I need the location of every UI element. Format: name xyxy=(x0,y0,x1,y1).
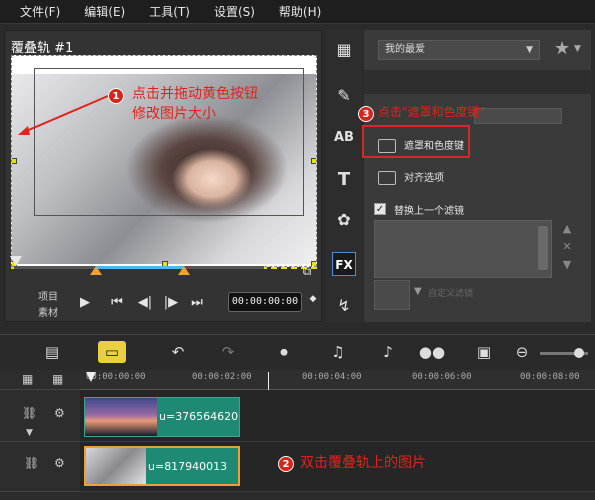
transition-icon[interactable]: AB xyxy=(332,126,356,150)
preset-dropdown-icon[interactable]: ▼ xyxy=(414,286,422,297)
undo-icon[interactable]: ↶ xyxy=(164,341,192,363)
overlay-track-icon[interactable]: ⚙ xyxy=(54,456,65,470)
library-dropdown-value: 我的最爱 xyxy=(385,44,425,55)
mask-chroma-highlight xyxy=(362,125,470,158)
timeline-view-icon[interactable]: ▭ xyxy=(98,341,126,363)
annotation-1-line1: 点击并拖动黄色按钮 xyxy=(132,86,258,102)
media-icon[interactable]: ▦ xyxy=(332,38,356,62)
overlay-clip[interactable]: u=817940013 xyxy=(84,446,240,486)
annotation-2-text: 双击覆叠轨上的图片 xyxy=(300,455,426,471)
copy-icon[interactable]: ⧉ xyxy=(298,262,316,280)
prev-frame-icon[interactable]: ◀| xyxy=(136,294,154,312)
film-strip-icon[interactable]: ▦ xyxy=(52,372,63,386)
annotation-2-badge: 2 xyxy=(278,456,294,472)
chain-icon[interactable]: ⛓ xyxy=(22,406,37,420)
filter-name-field[interactable] xyxy=(474,108,562,124)
path-icon[interactable]: ↯ xyxy=(332,294,356,318)
remove-filter-icon[interactable]: ✕ xyxy=(560,240,574,254)
fx-filter-icon[interactable]: FX xyxy=(332,252,356,276)
transport-bar: 项目 素材 ▶ ⏮ ◀| |▶ ⏭ 00:00:00:00 ◆ xyxy=(4,286,322,322)
ruler-label: 00:00:06:00 xyxy=(412,372,472,382)
home-icon[interactable]: ⏮ xyxy=(108,294,126,312)
align-icon xyxy=(378,171,396,185)
record-capture-icon[interactable]: ⏺ xyxy=(270,341,298,363)
library-category-bar: ▦ ✎ AB T ✿ FX ↯ xyxy=(326,30,362,322)
scrub-thumb[interactable] xyxy=(10,256,22,266)
mark-in-handle[interactable] xyxy=(90,266,102,275)
sound-mixer-icon[interactable]: ♫ xyxy=(324,341,352,363)
zoom-out-icon[interactable]: ⊖ xyxy=(508,341,536,363)
graphic-icon[interactable]: ✿ xyxy=(332,208,356,232)
overlay-track-header: ⛓ ⚙ xyxy=(0,442,80,492)
ruler-label: 00:00:02:00 xyxy=(192,372,252,382)
annotation-3-text: 点击"遮罩和色度键" xyxy=(378,105,486,119)
annotation-1-arrowhead xyxy=(18,126,30,135)
subtitle-icon[interactable]: ▣ xyxy=(470,341,498,363)
annotation-1-line2: 修改图片大小 xyxy=(132,106,216,122)
library-dropdown[interactable]: 我的最爱 ▼ xyxy=(378,40,540,60)
filter-list-scrollbar[interactable] xyxy=(538,226,548,270)
library-header-strip xyxy=(364,70,591,94)
track-header-controls: ▦ ▦ xyxy=(0,370,80,390)
video-clip-thumbnail xyxy=(85,398,157,436)
ruler-label: 00:00:08:00 xyxy=(520,372,580,382)
library-panel: 我的最爱 ▼ ★ ▼ 遮罩和色度键 对齐选项 ✓ 替换上一个滤镜 ▲ ✕ ▼ ▼… xyxy=(364,30,591,322)
mark-out-handle[interactable] xyxy=(178,266,190,275)
video-clip-label: u=3765646207 xyxy=(159,410,240,423)
mode-clip[interactable]: 素材 xyxy=(38,304,58,319)
replace-filter-label: 替换上一个滤镜 xyxy=(394,206,464,217)
custom-filter-label: 自定义滤镜 xyxy=(428,289,474,299)
playhead[interactable] xyxy=(86,372,96,382)
timeline-ruler[interactable]: 00:00:00:00 00:00:02:00 00:00:04:00 00:0… xyxy=(80,370,595,390)
overlay-clip-thumbnail xyxy=(86,448,146,484)
end-icon[interactable]: ⏭ xyxy=(188,294,206,312)
timecode-display[interactable]: 00:00:00:00 xyxy=(228,292,302,312)
redo-icon[interactable]: ↷ xyxy=(214,341,242,363)
timeline-toolbar: ▤ ▭ ↶ ↷ ⏺ ♫ ♪ ●● ▣ ⊖ xyxy=(0,334,595,370)
filter-list[interactable] xyxy=(374,220,552,278)
play-icon[interactable]: ▶ xyxy=(76,294,94,312)
replace-filter-checkbox[interactable]: ✓ xyxy=(374,203,386,215)
annotation-1-arrow xyxy=(23,95,109,133)
spinner-icon[interactable]: ◆ xyxy=(304,290,322,308)
ruler-label: 00:00:04:00 xyxy=(302,372,362,382)
film-strip-icon[interactable]: ▦ xyxy=(22,372,33,386)
chevron-down-icon: ▼ xyxy=(526,45,533,55)
overlay-clip-label: u=817940013 xyxy=(148,460,228,473)
zoom-slider-thumb[interactable] xyxy=(574,348,584,358)
title-icon[interactable]: T xyxy=(332,168,356,192)
trim-range xyxy=(96,266,184,269)
align-options-item[interactable]: 对齐选项 xyxy=(374,168,444,190)
annotation-1-badge: 1 xyxy=(108,88,124,104)
video-clip[interactable]: u=3765646207 xyxy=(84,397,240,437)
next-frame-icon[interactable]: |▶ xyxy=(162,294,180,312)
edit-cursor xyxy=(268,372,269,390)
video-track-icon[interactable]: ⚙ xyxy=(54,406,65,420)
motion-tracking-icon[interactable]: ●● xyxy=(418,341,446,363)
annotation-3-badge: 3 xyxy=(358,106,374,122)
storyboard-view-icon[interactable]: ▤ xyxy=(38,341,66,363)
options-arrow-icon[interactable]: ▼ xyxy=(574,44,581,54)
favorite-star-icon[interactable]: ★ xyxy=(554,38,570,59)
align-options-label: 对齐选项 xyxy=(404,173,444,184)
link-icon[interactable]: ⛓ xyxy=(24,456,39,470)
preset-selector[interactable] xyxy=(374,280,410,310)
video-track-header: ⛓ ▼ ⚙ xyxy=(0,390,80,442)
auto-music-icon[interactable]: ♪ xyxy=(374,341,402,363)
mode-project[interactable]: 项目 xyxy=(38,288,58,303)
move-down-icon[interactable]: ▼ xyxy=(560,258,574,272)
instant-project-icon[interactable]: ✎ xyxy=(332,84,356,108)
move-up-icon[interactable]: ▲ xyxy=(560,222,574,236)
expand-arrow-icon[interactable]: ▼ xyxy=(26,428,33,438)
